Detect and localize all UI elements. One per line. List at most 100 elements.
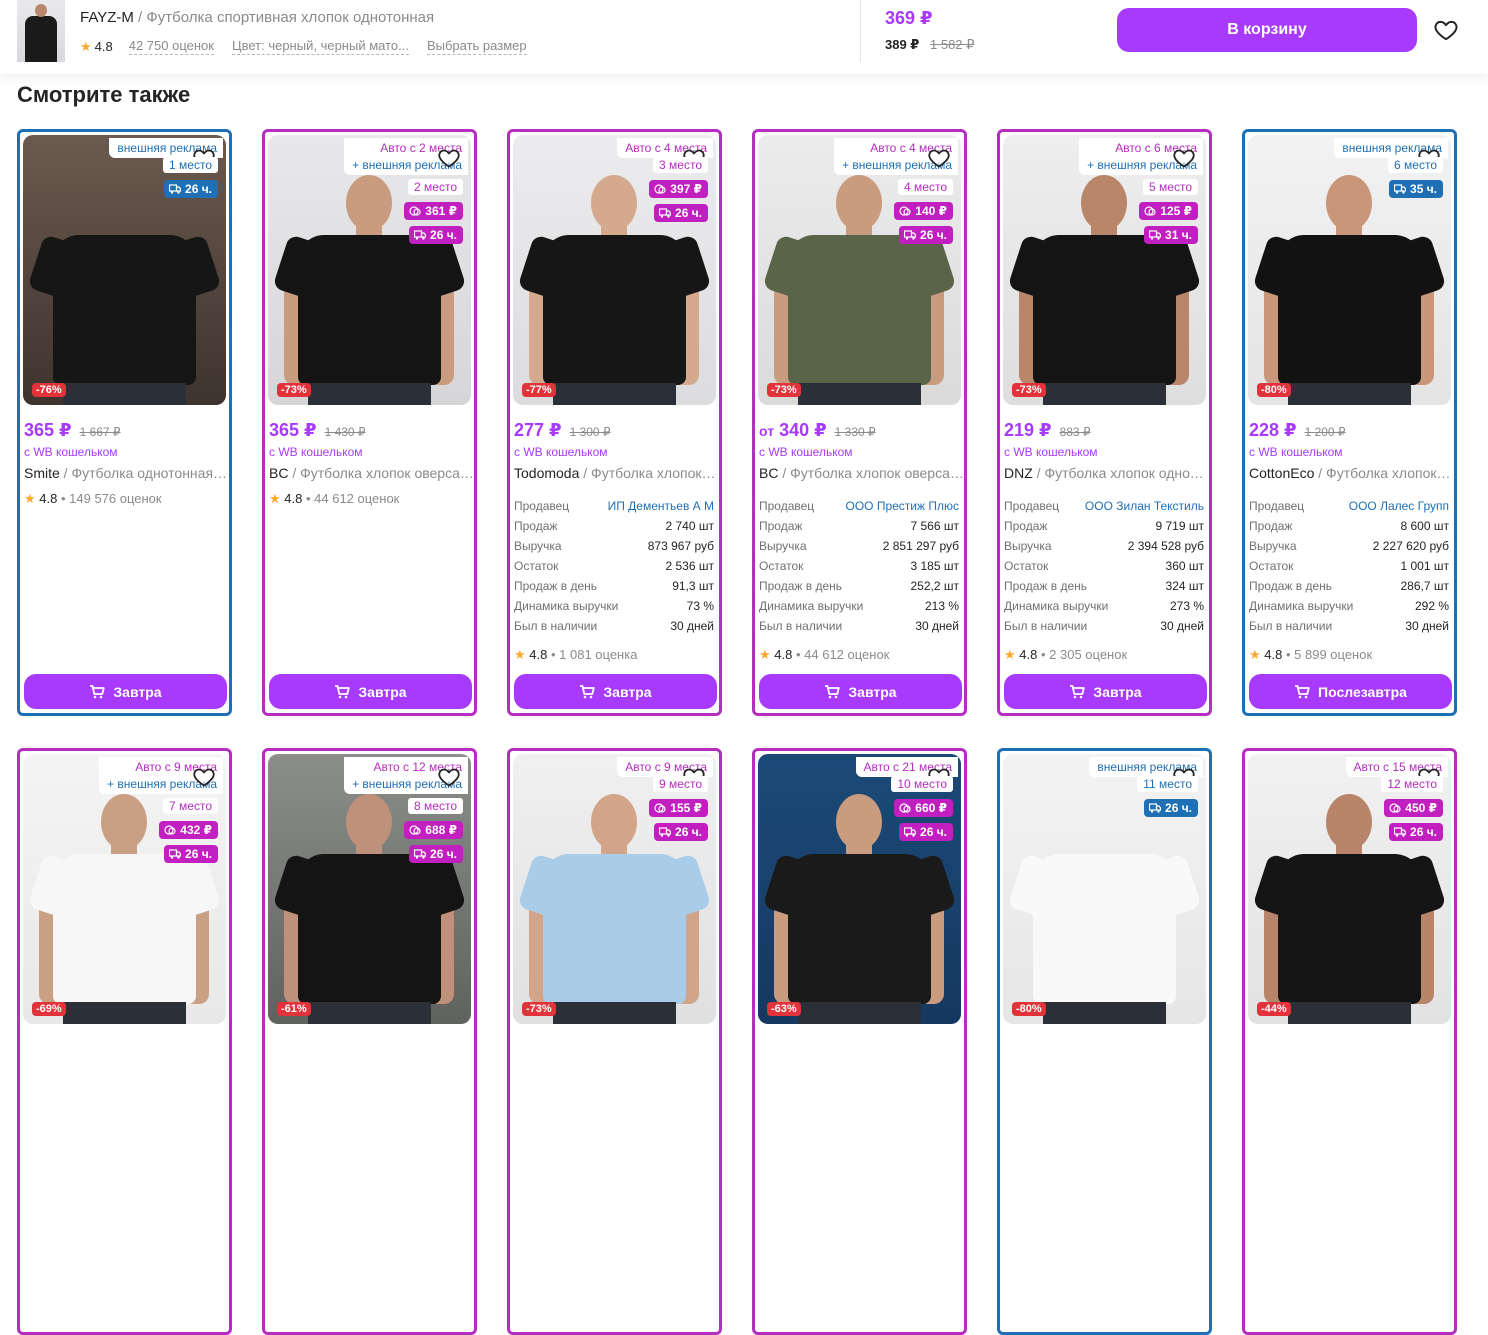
add-to-cart-button[interactable]: Завтра: [269, 674, 472, 709]
favorite-heart-icon[interactable]: [437, 765, 461, 789]
product-card[interactable]: Авто с 9 места 9 место 155 ₽26 ч. -73%: [507, 748, 722, 1335]
product-image[interactable]: Авто с 15 места 12 место 450 ₽26 ч. -44%: [1248, 754, 1451, 1024]
favorite-heart-icon[interactable]: [927, 146, 951, 170]
product-name[interactable]: BC / Футболка хлопок оверсайз: [759, 465, 964, 481]
favorite-heart-icon[interactable]: [192, 765, 216, 789]
truck-icon: [414, 230, 427, 240]
product-image[interactable]: Авто с 12 места + внешняя реклама 8 место 6…: [268, 754, 471, 1024]
cart-icon: [1295, 684, 1310, 698]
product-name[interactable]: CottonEco / Футболка хлопок однотонная: [1249, 465, 1454, 481]
product-image[interactable]: внешняя реклама 6 место 35 ч. -80%: [1248, 135, 1451, 405]
product-image[interactable]: Авто с 6 места + внешняя реклама 5 место 12…: [1003, 135, 1206, 405]
seller-link[interactable]: ООО Зилан Текстиль: [1085, 496, 1204, 516]
seller-link[interactable]: ИП Дементьев А М: [608, 496, 714, 516]
color-selector[interactable]: Цвет: черный, черный мато...: [231, 38, 409, 55]
product-image[interactable]: внешняя реклама 1 место 26 ч. -76%: [23, 135, 226, 405]
product-brand[interactable]: FAYZ-M: [80, 9, 134, 26]
bid-chip: 125 ₽: [1139, 202, 1198, 220]
product-card[interactable]: Авто с 6 места + внешняя реклама 5 место 12…: [997, 129, 1212, 716]
sales-per-day-row: Продаж в день 91,3 шт: [514, 576, 714, 596]
discount-badge: -63%: [767, 1002, 801, 1016]
product-thumbnail[interactable]: [17, 0, 65, 62]
reviews-count[interactable]: 149 576 оценок: [69, 491, 161, 506]
product-card[interactable]: Авто с 21 места 10 место 660 ₽26 ч. -63%: [752, 748, 967, 1335]
rating: ★ 4.8 • 44 612 оценок: [269, 491, 400, 506]
product-card[interactable]: Авто с 4 места 3 место 397 ₽26 ч. -77% 277 ₽…: [507, 129, 722, 716]
product-name[interactable]: BC / Футболка хлопок оверсайз: [269, 465, 474, 481]
favorite-heart-icon[interactable]: [437, 146, 461, 170]
star-icon: ★: [24, 491, 36, 506]
product-name[interactable]: Todomoda / Футболка хлопок однотонная: [514, 465, 719, 481]
add-to-cart-button[interactable]: В корзину: [1117, 8, 1417, 52]
stat-label: Продаж в день: [1004, 579, 1088, 593]
reviews-count[interactable]: 2 305 оценок: [1049, 647, 1127, 662]
product-card[interactable]: внешняя реклама 1 место 26 ч. -76% 365 ₽1 66…: [17, 129, 232, 716]
product-brand: BC: [269, 465, 289, 481]
add-to-cart-button[interactable]: Завтра: [514, 674, 717, 709]
bid-value: 125 ₽: [1160, 204, 1192, 218]
product-card[interactable]: Авто с 12 места + внешняя реклама 8 место 6…: [262, 748, 477, 1335]
stock-row: Остаток 2 536 шт: [514, 556, 714, 576]
discount-badge: -69%: [32, 1002, 66, 1016]
product-card[interactable]: внешняя реклама 11 место 26 ч. -80%: [997, 748, 1212, 1335]
delivery-chip: 26 ч.: [1144, 799, 1198, 817]
product-image[interactable]: Авто с 4 места 3 место 397 ₽26 ч. -77%: [513, 135, 716, 405]
product-image[interactable]: внешняя реклама 11 место 26 ч. -80%: [1003, 754, 1206, 1024]
product-image[interactable]: Авто с 9 места + внешняя реклама 7 место 43…: [23, 754, 226, 1024]
price-row: 365 ₽ 1 667 ₽: [24, 420, 121, 441]
revenue-dynamics-row: Динамика выручки 292 %: [1249, 596, 1449, 616]
seller-link[interactable]: ООО Лалес Групп: [1349, 496, 1449, 516]
bid-chip: 432 ₽: [159, 821, 218, 839]
star-icon: ★: [1004, 647, 1016, 662]
product-image[interactable]: Авто с 21 места 10 место 660 ₽26 ч. -63%: [758, 754, 961, 1024]
product-name[interactable]: DNZ / Футболка хлопок однотонная: [1004, 465, 1209, 481]
product-image[interactable]: Авто с 2 места + внешняя реклама 2 место 36…: [268, 135, 471, 405]
cart-icon: [335, 684, 351, 698]
reviews-count[interactable]: 1 081 оценка: [559, 647, 637, 662]
coins-icon: [654, 184, 666, 194]
discount-badge: -44%: [1257, 1002, 1291, 1016]
add-to-cart-button[interactable]: Послезавтра: [1249, 674, 1452, 709]
product-image[interactable]: Авто с 4 места + внешняя реклама 4 место 14…: [758, 135, 961, 405]
heart-icon[interactable]: [1433, 17, 1459, 43]
add-to-cart-button[interactable]: Завтра: [1004, 674, 1207, 709]
product-card[interactable]: Авто с 9 места + внешняя реклама 7 место 43…: [17, 748, 232, 1335]
coins-icon: [1389, 803, 1401, 813]
coins-icon: [899, 206, 911, 216]
seller-row: Продавец ООО Зилан Текстиль: [1004, 496, 1204, 516]
truck-icon: [169, 184, 182, 194]
stat-label: Остаток: [1249, 559, 1294, 573]
product-title: / Футболка хлопок однотонная: [1036, 465, 1209, 481]
discount-badge: -73%: [522, 1002, 556, 1016]
favorite-heart-icon[interactable]: [1172, 146, 1196, 170]
seller-stats: Продавец ООО Зилан Текстиль Продаж 9 719 шт…: [1004, 496, 1204, 636]
cart-icon: [90, 684, 106, 698]
reviews-link[interactable]: 42 750 оценок: [128, 38, 214, 55]
sales-per-day-row: Продаж в день 286,7 шт: [1249, 576, 1449, 596]
stat-value: 30 дней: [1405, 619, 1449, 633]
truck-icon: [659, 208, 672, 218]
reviews-count[interactable]: 44 612 оценок: [804, 647, 889, 662]
stat-value: 30 дней: [1160, 619, 1204, 633]
seller-link[interactable]: ООО Престиж Плюс: [846, 496, 960, 516]
wallet-label: с WB кошельком: [514, 445, 608, 459]
delivery-time: 26 ч.: [920, 825, 947, 839]
product-card[interactable]: Авто с 2 места + внешняя реклама 2 место 36…: [262, 129, 477, 716]
product-card[interactable]: внешняя реклама 6 место 35 ч. -80% 228 ₽1 20…: [1242, 129, 1457, 716]
product-card[interactable]: Авто с 4 места + внешняя реклама 4 место 14…: [752, 129, 967, 716]
star-icon: ★: [1249, 647, 1261, 662]
product-title: / Футболка хлопок оверсайз: [778, 465, 964, 481]
stat-label: Продавец: [1249, 499, 1305, 513]
reviews-count[interactable]: 44 612 оценок: [314, 491, 399, 506]
truck-icon: [1149, 803, 1162, 813]
size-selector[interactable]: Выбрать размер: [426, 38, 527, 55]
bid-chip: 155 ₽: [649, 799, 708, 817]
revenue-dynamics-row: Динамика выручки 273 %: [1004, 596, 1204, 616]
price-value: 219 ₽: [1004, 420, 1052, 440]
add-to-cart-button[interactable]: Завтра: [759, 674, 962, 709]
product-card[interactable]: Авто с 15 места 12 место 450 ₽26 ч. -44%: [1242, 748, 1457, 1335]
product-name[interactable]: Smite / Футболка однотонная оверсайз: [24, 465, 229, 481]
add-to-cart-button[interactable]: Завтра: [24, 674, 227, 709]
reviews-count[interactable]: 5 899 оценок: [1294, 647, 1372, 662]
product-image[interactable]: Авто с 9 места 9 место 155 ₽26 ч. -73%: [513, 754, 716, 1024]
